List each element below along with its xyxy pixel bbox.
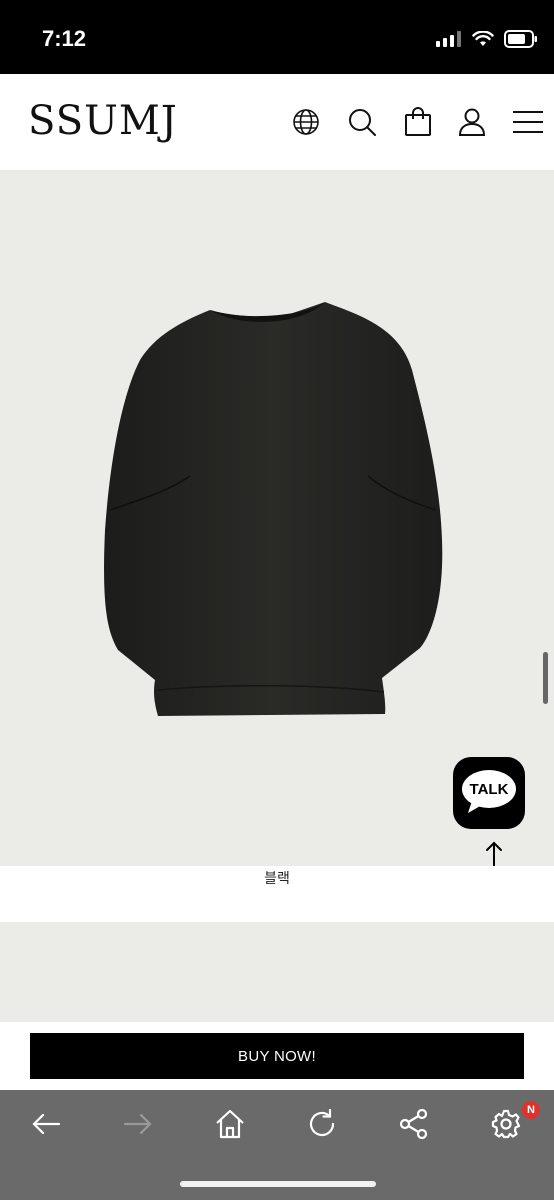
shopping-bag-icon[interactable]: [402, 106, 434, 138]
wifi-icon: [472, 31, 494, 46]
next-image-area: [0, 922, 554, 1022]
user-icon[interactable]: [456, 106, 488, 138]
home-icon[interactable]: [210, 1104, 250, 1144]
status-icons: [436, 30, 538, 48]
home-indicator[interactable]: [180, 1181, 376, 1187]
battery-icon: [504, 30, 537, 48]
reload-icon[interactable]: [302, 1104, 342, 1144]
settings-icon[interactable]: [486, 1104, 526, 1144]
back-icon[interactable]: [26, 1104, 66, 1144]
status-time: 7:12: [42, 26, 87, 51]
globe-icon[interactable]: [290, 106, 322, 138]
scrollbar-thumb[interactable]: [543, 652, 548, 704]
talk-label: TALK: [469, 780, 509, 798]
menu-icon[interactable]: [512, 106, 544, 138]
share-icon[interactable]: [394, 1104, 434, 1144]
forward-icon[interactable]: [118, 1104, 158, 1144]
site-header: SSUMJ: [0, 74, 554, 172]
buy-now-button[interactable]: BUY NOW!: [30, 1033, 524, 1079]
notification-badge: N: [522, 1101, 540, 1119]
signal-icon: [436, 31, 461, 47]
color-label: 블랙: [264, 871, 290, 887]
search-icon[interactable]: [346, 106, 378, 138]
status-bar: 7:12: [0, 0, 554, 74]
talk-chat-button[interactable]: TALK: [453, 757, 525, 829]
brand-logo[interactable]: SSUMJ: [28, 98, 178, 144]
black-oversized-top: [104, 302, 443, 716]
